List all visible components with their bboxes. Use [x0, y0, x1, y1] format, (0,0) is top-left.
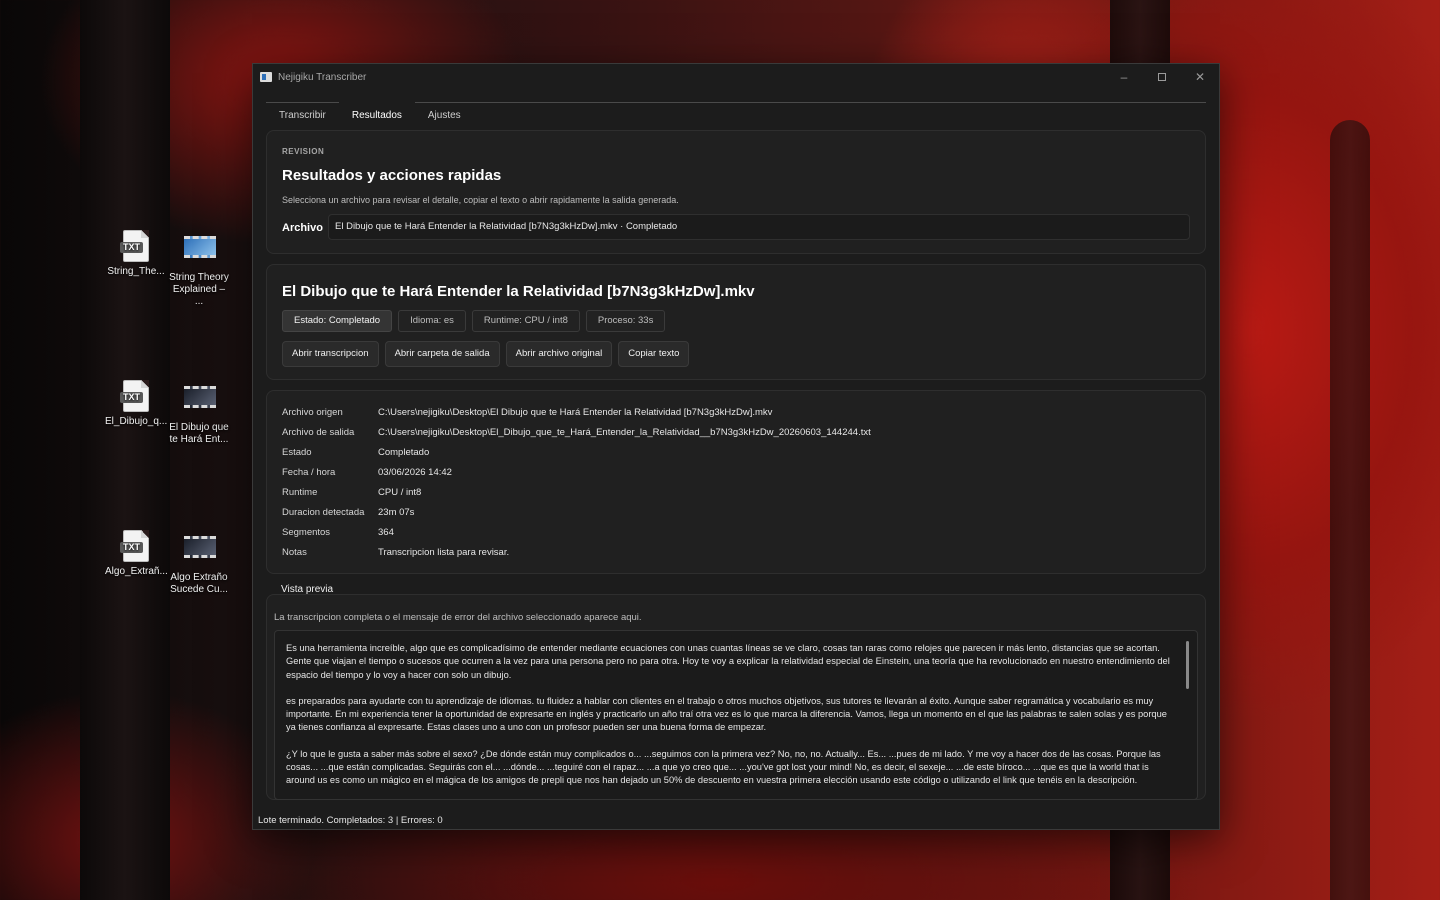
tab-resultados[interactable]: Resultados	[338, 102, 415, 129]
text-file-icon: TXT	[120, 230, 149, 262]
status-bar: Lote terminado. Completados: 3 | Errores…	[258, 815, 443, 826]
app-window: Nejigiku Transcriber – ✕ Transcribir Res…	[252, 63, 1220, 830]
desktop-icon-algo-video[interactable]: Algo Extraño Sucede Cu...	[168, 530, 230, 596]
meta-row: Segmentos 364	[282, 526, 871, 546]
window-title: Nejigiku Transcriber	[278, 71, 367, 83]
file-title: El Dibujo que te Hará Entender la Relati…	[282, 283, 755, 300]
preview-paragraph: es preparados para ayudarte con tu apren…	[286, 695, 1167, 733]
preview-paragraph: ¿Y lo que le gusta a saber más sobre el …	[286, 748, 1161, 786]
section-subtitle: Selecciona un archivo para revisar el de…	[282, 195, 679, 205]
open-transcription-button[interactable]: Abrir transcripcion	[282, 341, 379, 367]
section-title: Resultados y acciones rapidas	[282, 167, 502, 184]
title-bar[interactable]: Nejigiku Transcriber – ✕	[253, 64, 1219, 90]
meta-value: CPU / int8	[378, 487, 422, 498]
desktop-icon-dibujo-txt[interactable]: TXT El_Dibujo_q...	[105, 380, 167, 428]
meta-row: Fecha / hora 03/06/2026 14:42	[282, 466, 871, 486]
preview-subtitle: La transcripcion completa o el mensaje d…	[274, 612, 642, 623]
copy-text-button[interactable]: Copiar texto	[618, 341, 690, 367]
process-time-badge: Proceso: 33s	[585, 310, 666, 332]
archivo-select[interactable]: El Dibujo que te Hará Entender la Relati…	[328, 214, 1190, 240]
meta-value: Transcripcion lista para revisar.	[378, 547, 510, 558]
text-file-icon: TXT	[120, 380, 149, 412]
meta-key: Estado	[282, 447, 312, 458]
tab-ajustes[interactable]: Ajustes	[415, 103, 474, 129]
preview-scrollbar[interactable]	[1186, 641, 1189, 689]
meta-value: 03/06/2026 14:42	[378, 467, 452, 478]
metadata-card: Archivo origen C:\Users\nejigiku\Desktop\…	[266, 390, 1206, 574]
desktop-icon-label: Algo_Extrañ...	[105, 566, 168, 577]
detail-card: El Dibujo que te Hará Entender la Relati…	[266, 264, 1206, 380]
meta-row: Archivo origen C:\Users\nejigiku\Desktop\…	[282, 406, 871, 426]
video-file-icon	[184, 536, 216, 558]
meta-row: Duracion detectada 23m 07s	[282, 506, 871, 526]
status-chips: Estado: Completado Idioma: es Runtime: C…	[282, 310, 666, 332]
desktop-icon-string-txt[interactable]: TXT String_The...	[105, 230, 167, 278]
meta-value: Completado	[378, 447, 430, 458]
meta-row: Runtime CPU / int8	[282, 486, 871, 506]
desktop-icon-label: Algo Extraño Sucede Cu...	[170, 572, 228, 595]
meta-key: Duracion detectada	[282, 507, 365, 518]
video-file-icon	[184, 236, 216, 258]
runtime-badge: Runtime: CPU / int8	[471, 310, 580, 332]
desktop-icon-algo-txt[interactable]: TXT Algo_Extrañ...	[105, 530, 168, 578]
desktop-icon-label: String Theory Explained – ...	[169, 272, 229, 307]
action-buttons: Abrir transcripcion Abrir carpeta de sal…	[282, 341, 690, 367]
meta-row: Estado Completado	[282, 446, 871, 466]
maximize-button[interactable]	[1143, 64, 1181, 90]
metadata-list: Archivo origen C:\Users\nejigiku\Desktop\…	[282, 406, 871, 566]
close-button[interactable]: ✕	[1181, 64, 1219, 90]
tab-transcribir[interactable]: Transcribir	[266, 103, 339, 129]
video-file-icon	[184, 386, 216, 408]
tree-trunk	[80, 0, 170, 900]
meta-row: Notas Transcripcion lista para revisar.	[282, 546, 871, 566]
meta-key: Segmentos	[282, 527, 331, 538]
review-card: REVISION Resultados y acciones rapidas S…	[266, 130, 1206, 254]
text-file-icon: TXT	[120, 530, 149, 562]
meta-key: Archivo de salida	[282, 427, 355, 438]
desktop-icon-label: El_Dibujo_q...	[105, 416, 168, 427]
meta-value: C:\Users\nejigiku\Desktop\El Dibujo que …	[378, 407, 773, 418]
tree-trunk	[1330, 120, 1370, 900]
app-icon	[260, 72, 272, 82]
meta-value: 23m 07s	[378, 507, 415, 518]
open-original-file-button[interactable]: Abrir archivo original	[505, 341, 613, 367]
meta-value: 364	[378, 527, 394, 538]
preview-paragraph: Es una herramienta increíble, algo que e…	[286, 643, 1170, 680]
section-eyebrow: REVISION	[282, 147, 325, 156]
minimize-button[interactable]: –	[1105, 64, 1143, 90]
desktop-icon-string-video[interactable]: String Theory Explained – ...	[168, 230, 230, 308]
meta-key: Notas	[282, 547, 307, 558]
desktop-icon-dibujo-video[interactable]: El Dibujo que te Hará Ent...	[168, 380, 230, 446]
archivo-label: Archivo	[282, 222, 323, 234]
meta-row: Archivo de salida C:\Users\nejigiku\Deskt…	[282, 426, 871, 446]
meta-key: Archivo origen	[282, 407, 343, 418]
meta-value: C:\Users\nejigiku\Desktop\El_Dibujo_que_…	[378, 427, 871, 438]
open-output-folder-button[interactable]: Abrir carpeta de salida	[384, 341, 500, 367]
language-badge: Idioma: es	[398, 310, 466, 332]
meta-key: Fecha / hora	[282, 467, 336, 478]
status-badge: Estado: Completado	[282, 310, 393, 332]
meta-key: Runtime	[282, 487, 318, 498]
desktop-icon-label: El Dibujo que te Hará Ent...	[169, 422, 229, 445]
desktop-icon-label: String_The...	[107, 266, 165, 277]
tab-bar: Transcribir Resultados Ajustes	[266, 102, 1206, 128]
maximize-icon	[1158, 73, 1166, 81]
preview-textarea[interactable]: Es una herramienta increíble, algo que e…	[274, 630, 1198, 800]
